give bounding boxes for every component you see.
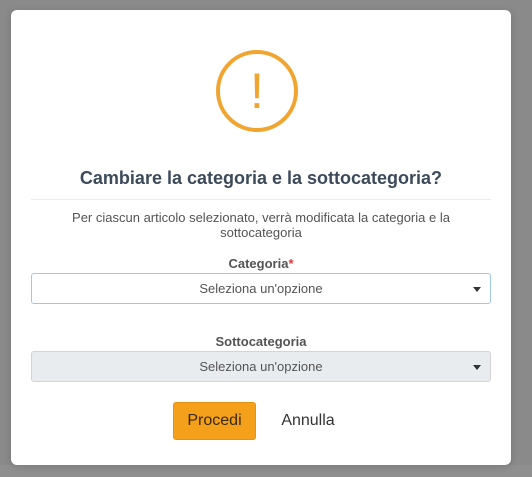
chevron-down-icon <box>473 365 481 370</box>
required-marker: * <box>288 256 294 271</box>
chevron-down-icon <box>473 287 481 292</box>
categoria-select-value: Seleziona un'opzione <box>199 281 323 296</box>
sottocategoria-label: Sottocategoria <box>11 334 511 349</box>
exclamation-glyph: ! <box>250 63 264 119</box>
divider <box>31 199 491 200</box>
sottocategoria-select: Seleziona un'opzione <box>31 351 491 382</box>
procedi-button[interactable]: Procedi <box>173 402 256 440</box>
sottocategoria-select-value: Seleziona un'opzione <box>199 359 323 374</box>
warning-icon: ! <box>216 50 298 132</box>
modal-backdrop <box>0 465 532 477</box>
categoria-label-text: Categoria <box>228 256 289 271</box>
categoria-label: Categoria* <box>11 256 511 271</box>
confirmation-dialog: ! Cambiare la categoria e la sottocatego… <box>11 10 511 465</box>
categoria-select[interactable]: Seleziona un'opzione <box>31 273 491 304</box>
sottocategoria-label-text: Sottocategoria <box>215 334 307 349</box>
dialog-title: Cambiare la categoria e la sottocategori… <box>79 168 443 188</box>
annulla-button[interactable]: Annulla <box>270 402 346 440</box>
dialog-description: Per ciascun articolo selezionato, verrà … <box>72 210 450 240</box>
